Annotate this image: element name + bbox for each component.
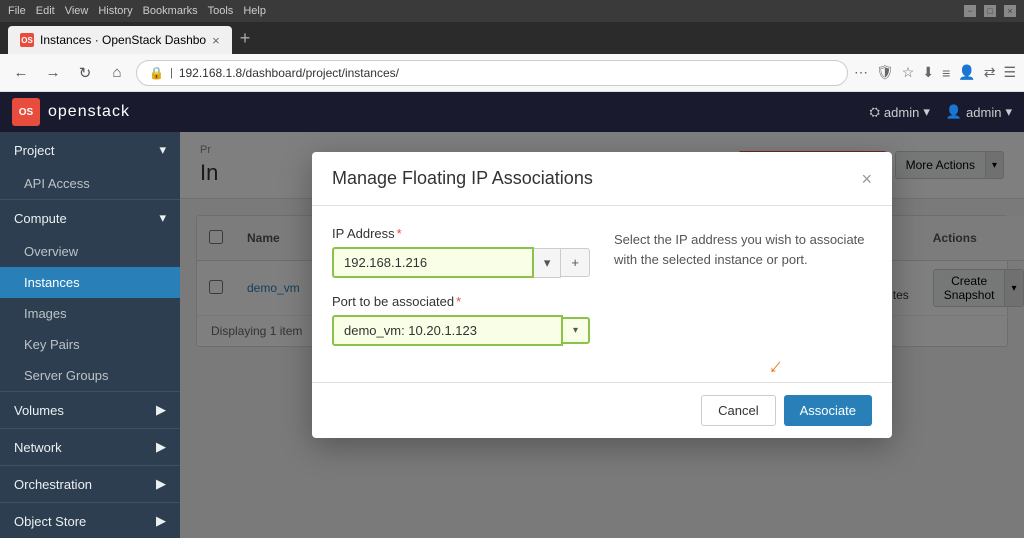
sidebar-project-header[interactable]: Project ▾ (0, 132, 180, 168)
main-content: Pr In 🗑 Delete Instances More Actions ▾ (180, 132, 1024, 538)
port-label: Port to be associated * (332, 294, 590, 309)
sidebar-compute-header[interactable]: Compute ▾ (0, 200, 180, 236)
menu-file[interactable]: File (8, 5, 26, 17)
modal-body: IP Address * 192.168.1.216 ▾ + (312, 206, 892, 382)
tab-favicon: OS (20, 33, 34, 47)
sidebar-object-store-section: Object Store ▶ (0, 503, 180, 538)
home-button[interactable]: ⌂ (104, 60, 130, 86)
forward-button[interactable]: → (40, 60, 66, 86)
minimize-btn[interactable]: − (964, 5, 976, 17)
browser-menu: File Edit View History Bookmarks Tools H… (8, 5, 266, 17)
admin-top-menu[interactable]: ⛭ admin ▾ (870, 104, 930, 120)
sidebar-orchestration-header[interactable]: Orchestration ▶ (0, 466, 180, 502)
tab-title: Instances · OpenStack Dashbo (40, 33, 206, 47)
maximize-btn[interactable]: □ (984, 5, 996, 17)
brand-logo: OS openstack (12, 98, 130, 126)
sidebar-item-server-groups[interactable]: Server Groups (0, 360, 180, 391)
close-btn[interactable]: × (1004, 5, 1016, 17)
floating-ip-modal: Manage Floating IP Associations × IP Add… (312, 152, 892, 438)
url-text: 192.168.1.8/dashboard/project/instances/ (179, 66, 835, 80)
content-area: Project ▾ API Access Compute ▾ Overview … (0, 132, 1024, 538)
ip-add-btn[interactable]: + (561, 248, 590, 277)
sidebar-orchestration-section: Orchestration ▶ (0, 466, 180, 503)
top-navbar: OS openstack ⛭ admin ▾ 👤 admin ▾ (0, 92, 1024, 132)
sync-icon[interactable]: ⇄ (984, 64, 996, 81)
browser-titlebar: File Edit View History Bookmarks Tools H… (0, 0, 1024, 22)
bookmark-star-icon[interactable]: ☆ (902, 64, 915, 81)
menu-edit[interactable]: Edit (36, 5, 55, 17)
nav-right: ⛭ admin ▾ 👤 admin ▾ (870, 104, 1013, 120)
modal-left: IP Address * 192.168.1.216 ▾ + (332, 226, 590, 362)
modal-description: Select the IP address you wish to associ… (614, 226, 872, 362)
ip-input-group: 192.168.1.216 ▾ + (332, 247, 590, 278)
port-required-star: * (456, 294, 461, 309)
port-dropdown-btn[interactable]: ▾ (563, 317, 590, 344)
ip-required-star: * (397, 226, 402, 241)
extensions-icon[interactable]: ⋯ (854, 64, 868, 81)
active-tab[interactable]: OS Instances · OpenStack Dashbo × (8, 26, 232, 54)
menu-help[interactable]: Help (243, 5, 266, 17)
sidebar-project-section: Project ▾ API Access (0, 132, 180, 200)
back-button[interactable]: ← (8, 60, 34, 86)
menu-tools[interactable]: Tools (208, 5, 234, 17)
reload-button[interactable]: ↻ (72, 60, 98, 86)
user-top-menu[interactable]: 👤 admin ▾ (946, 104, 1012, 120)
modal-footer: ↓ Cancel Associate (312, 382, 892, 438)
browser-toolbar: ← → ↻ ⌂ 🔒 | 192.168.1.8/dashboard/projec… (0, 54, 1024, 92)
window-controls: − □ × (964, 5, 1016, 17)
new-tab-btn[interactable]: + (232, 28, 259, 49)
browser-tabbar: OS Instances · OpenStack Dashbo × + (0, 22, 1024, 54)
menu-bookmarks[interactable]: Bookmarks (143, 5, 198, 17)
port-input-group: demo_vm: 10.20.1.123 ▾ (332, 315, 590, 346)
brand-name: openstack (48, 103, 130, 121)
sidebar-item-key-pairs[interactable]: Key Pairs (0, 329, 180, 360)
sidebar: Project ▾ API Access Compute ▾ Overview … (0, 132, 180, 538)
modal-overlay: Manage Floating IP Associations × IP Add… (180, 132, 1024, 538)
tab-close-btn[interactable]: × (212, 33, 220, 48)
menu-history[interactable]: History (98, 5, 132, 17)
sidebar-item-images[interactable]: Images (0, 298, 180, 329)
menu-icon[interactable]: ☰ (1003, 64, 1016, 81)
sidebar-item-instances[interactable]: Instances (0, 267, 180, 298)
ip-address-select[interactable]: 192.168.1.216 (332, 247, 534, 278)
profile-icon[interactable]: 👤 (958, 64, 975, 81)
associate-button[interactable]: Associate (784, 395, 872, 426)
address-bar[interactable]: 🔒 | 192.168.1.8/dashboard/project/instan… (136, 60, 848, 86)
menu-view[interactable]: View (65, 5, 89, 17)
reading-mode-icon[interactable]: ≡ (942, 65, 950, 81)
shield-icon[interactable]: 🛡 (876, 64, 894, 81)
modal-header: Manage Floating IP Associations × (312, 152, 892, 206)
port-select[interactable]: demo_vm: 10.20.1.123 (332, 315, 563, 346)
ip-address-group: IP Address * 192.168.1.216 ▾ + (332, 226, 590, 278)
download-icon[interactable]: ⬇ (922, 64, 934, 81)
sidebar-volumes-section: Volumes ▶ (0, 392, 180, 429)
sidebar-object-store-header[interactable]: Object Store ▶ (0, 503, 180, 538)
sidebar-volumes-header[interactable]: Volumes ▶ (0, 392, 180, 428)
sidebar-item-overview[interactable]: Overview (0, 236, 180, 267)
modal-title: Manage Floating IP Associations (332, 168, 593, 189)
app-container: OS openstack ⛭ admin ▾ 👤 admin ▾ Project (0, 92, 1024, 538)
modal-close-button[interactable]: × (861, 170, 872, 188)
sidebar-compute-section: Compute ▾ Overview Instances Images Key … (0, 200, 180, 392)
sidebar-network-header[interactable]: Network ▶ (0, 429, 180, 465)
logo-icon: OS (12, 98, 40, 126)
sidebar-item-api-access[interactable]: API Access (0, 168, 180, 199)
ip-dropdown-btn[interactable]: ▾ (534, 248, 562, 278)
sidebar-network-section: Network ▶ (0, 429, 180, 466)
ip-address-label: IP Address * (332, 226, 590, 241)
toolbar-icons: ⋯ 🛡 ☆ ⬇ ≡ 👤 ⇄ ☰ (854, 64, 1016, 81)
cancel-button[interactable]: Cancel (701, 395, 775, 426)
port-group: Port to be associated * demo_vm: 10.20.1… (332, 294, 590, 346)
